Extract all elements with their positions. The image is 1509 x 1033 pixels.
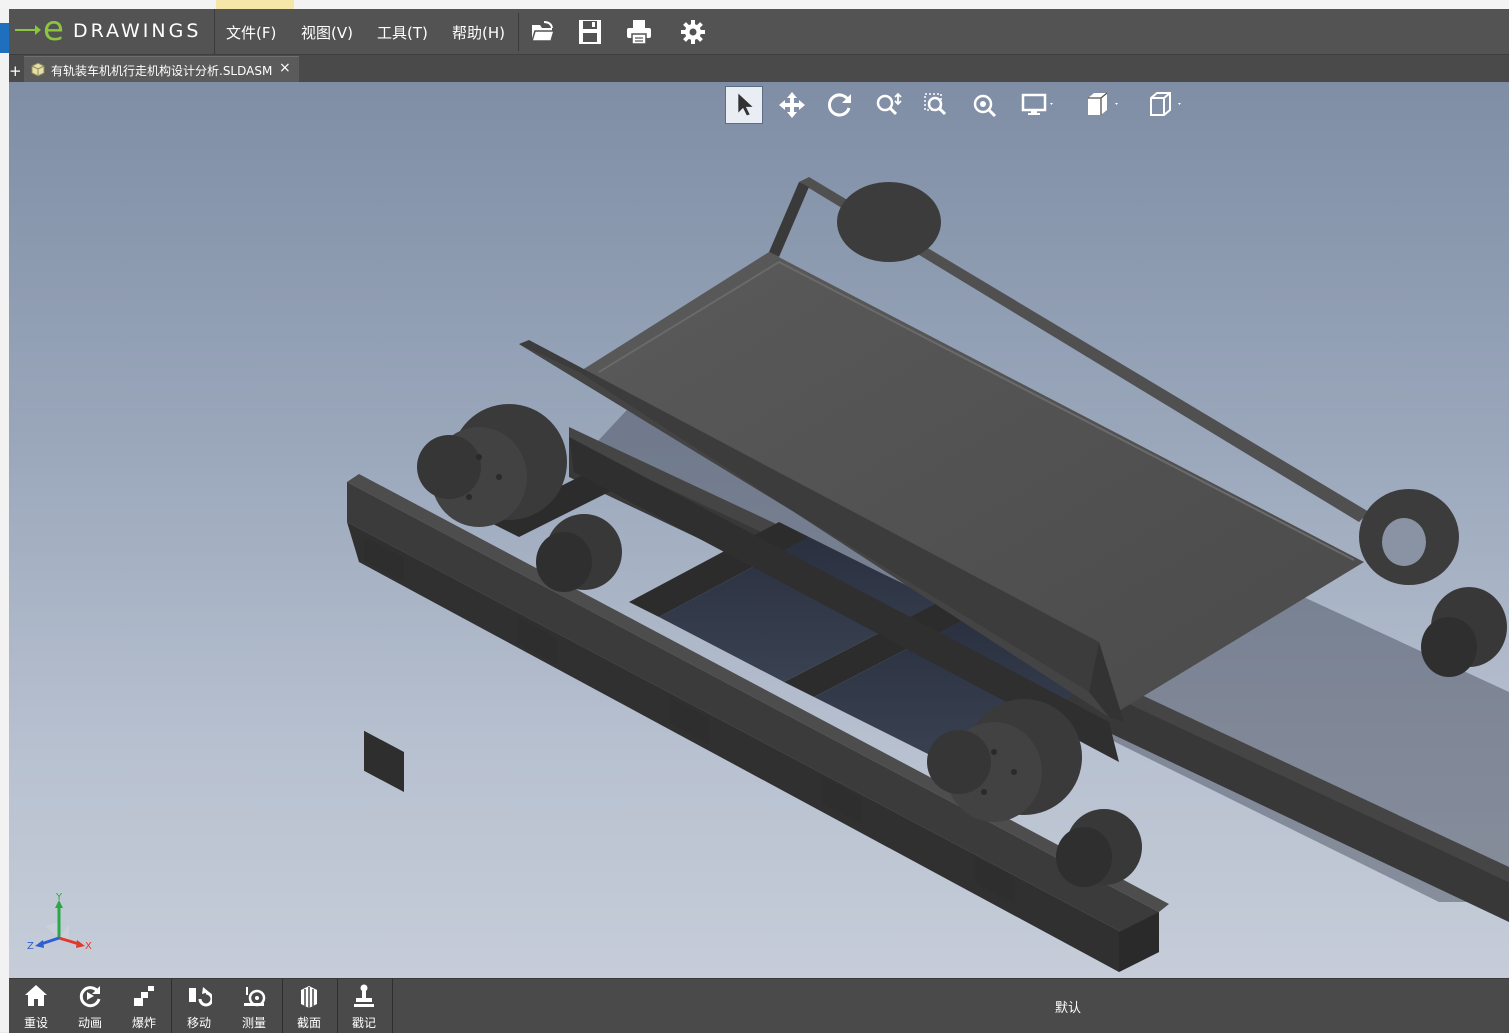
explode-icon	[134, 986, 154, 1006]
left-edge	[0, 9, 9, 1032]
animate-icon	[79, 986, 101, 1008]
assembly-icon	[31, 62, 45, 77]
menu-file[interactable]: 文件(F)	[226, 22, 276, 43]
stamp-button[interactable]: 戳记	[337, 979, 391, 1033]
view-orientation-icon[interactable]	[1081, 86, 1119, 124]
document-tab[interactable]: 有轨装车机机行走机构设计分析.SLDASM ×	[24, 56, 299, 83]
stamp-label: 戳记	[351, 1016, 376, 1030]
section-button[interactable]: 截面	[282, 979, 336, 1033]
toolbar-separator	[392, 979, 393, 1033]
zoom-icon[interactable]	[869, 86, 907, 124]
open-icon[interactable]	[529, 18, 557, 46]
triad-x-label: X	[85, 941, 92, 950]
menu-view[interactable]: 视图(V)	[301, 22, 353, 43]
logo-text: DRAWINGS	[73, 20, 202, 42]
document-tab-bar: + 有轨装车机机行走机构设计分析.SLDASM ×	[9, 55, 1509, 83]
close-tab-icon[interactable]: ×	[279, 60, 291, 76]
zoom-to-area-icon[interactable]	[917, 86, 955, 124]
configuration-name[interactable]: 默认	[1055, 997, 1081, 1016]
move-icon	[189, 987, 212, 1007]
stamp-icon	[354, 984, 374, 1007]
rotate-icon[interactable]	[821, 86, 859, 124]
window-top-strip	[0, 0, 1509, 9]
move-button[interactable]: 移动	[172, 979, 226, 1033]
save-icon[interactable]	[576, 18, 604, 46]
edrawings-logo: e DRAWINGS	[9, 9, 215, 54]
reset-button[interactable]: 重设	[9, 979, 63, 1033]
triad-z-label: Z	[27, 941, 34, 950]
toolbar-separator	[518, 13, 519, 51]
select-icon[interactable]	[725, 86, 763, 124]
menu-tools[interactable]: 工具(T)	[377, 22, 428, 43]
pan-icon[interactable]	[773, 86, 811, 124]
new-tab-button[interactable]: +	[9, 63, 22, 79]
explode-button[interactable]: 爆炸	[117, 979, 171, 1033]
move-label: 移动	[186, 1016, 211, 1030]
edrawings-window: e DRAWINGS 文件(F) 视图(V) 工具(T) 帮助(H) + 有轨装…	[9, 9, 1509, 1033]
animate-label: 动画	[77, 1016, 102, 1030]
measure-label: 测量	[241, 1016, 266, 1030]
taskbar-fragment	[0, 23, 9, 53]
ribbon-tab-fragment	[216, 0, 294, 9]
explode-label: 爆炸	[131, 1016, 156, 1030]
zoom-to-fit-icon[interactable]	[965, 86, 1003, 124]
display-style-icon[interactable]	[1017, 86, 1055, 124]
home-icon	[25, 985, 47, 1006]
menu-help[interactable]: 帮助(H)	[452, 22, 505, 43]
document-tab-title: 有轨装车机机行走机构设计分析.SLDASM	[51, 64, 273, 78]
animate-button[interactable]: 动画	[63, 979, 117, 1033]
standard-views-icon[interactable]	[1144, 86, 1182, 124]
measure-button[interactable]: 测量	[227, 979, 281, 1033]
logo-e: e	[43, 9, 64, 49]
section-icon	[301, 986, 317, 1008]
assembly-model-render	[347, 177, 1509, 972]
section-label: 截面	[296, 1016, 321, 1030]
triad-y-label: Y	[55, 892, 63, 903]
settings-icon[interactable]	[679, 18, 707, 46]
graphics-viewport[interactable]: Y X Z	[9, 82, 1509, 978]
logo-arrow-icon	[15, 25, 41, 35]
bottom-toolbar: 重设 动画 爆炸 移动 测量 截面 戳记 默认	[9, 978, 1509, 1033]
axis-triad: Y X Z	[27, 892, 92, 950]
menu-bar: e DRAWINGS 文件(F) 视图(V) 工具(T) 帮助(H)	[9, 9, 1509, 55]
reset-label: 重设	[23, 1016, 48, 1030]
measure-icon	[244, 987, 266, 1007]
print-icon[interactable]	[625, 18, 653, 46]
